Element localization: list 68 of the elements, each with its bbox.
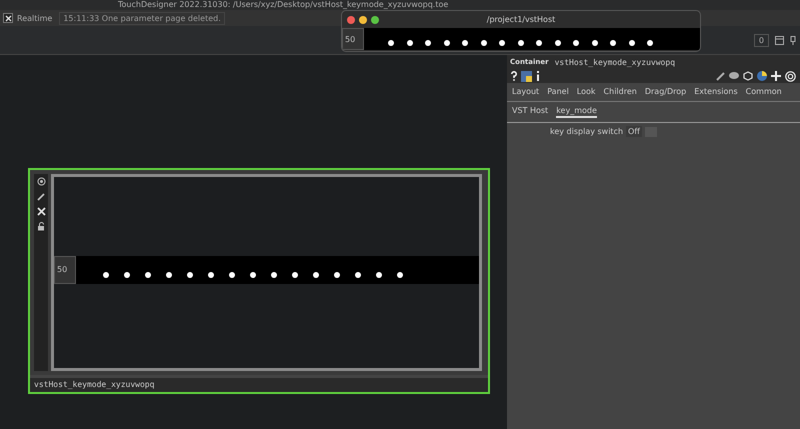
dot-marker — [124, 272, 130, 278]
target-icon[interactable] — [36, 177, 46, 186]
dot-marker — [444, 40, 450, 46]
dot-marker — [187, 272, 193, 278]
minimize-window-icon[interactable] — [359, 16, 367, 24]
dot-marker — [355, 272, 361, 278]
dot-marker — [388, 40, 394, 46]
dot-marker — [406, 40, 412, 46]
dot-marker — [397, 272, 403, 278]
slider-value: 50 — [54, 256, 76, 284]
dot-marker — [334, 272, 340, 278]
window-title: /project1/vstHost — [486, 15, 556, 24]
dot-marker — [573, 40, 579, 46]
page-tab[interactable]: Look — [576, 87, 596, 97]
dot-marker — [628, 40, 634, 46]
dot-marker — [376, 272, 382, 278]
operator-name: vstHost_keymode_xyzuvwopq — [554, 58, 676, 66]
dot-marker — [313, 272, 319, 278]
realtime-checkbox[interactable] — [3, 13, 13, 23]
dot-marker — [647, 40, 653, 46]
realtime-label: Realtime — [17, 14, 52, 22]
page-tab[interactable]: Panel — [547, 87, 569, 97]
parameter-label: key display switch — [550, 127, 624, 136]
status-message: 15:11:33 One parameter page deleted. — [59, 12, 225, 24]
page-tab[interactable]: Children — [604, 87, 637, 97]
dot-marker — [271, 272, 277, 278]
counter-field[interactable]: 0 — [754, 34, 769, 46]
close-window-icon[interactable] — [347, 16, 355, 24]
dot-marker — [610, 40, 616, 46]
toggle-button[interactable]: Off — [626, 126, 642, 137]
page-tab[interactable]: key_mode — [556, 106, 597, 118]
dot-marker — [425, 40, 431, 46]
maximize-window-icon[interactable] — [371, 16, 379, 24]
info-icon[interactable] — [536, 71, 540, 81]
pencil-icon[interactable] — [716, 72, 725, 80]
plus-icon[interactable] — [771, 71, 781, 81]
page-tab[interactable]: Extensions — [694, 87, 738, 97]
slider-bar[interactable]: 50 — [54, 256, 479, 284]
dot-marker — [518, 40, 524, 46]
dot-marker — [229, 272, 235, 278]
dot-marker — [536, 40, 542, 46]
page-tab[interactable]: Drag/Drop — [644, 87, 686, 97]
dot-marker — [554, 40, 560, 46]
page-tab[interactable]: Layout — [512, 87, 540, 97]
dot-marker — [103, 272, 109, 278]
slider-value: 50 — [342, 28, 364, 50]
window-icon[interactable] — [775, 36, 784, 44]
lock-icon[interactable] — [36, 222, 46, 231]
dot-marker — [499, 40, 505, 46]
slider-bar[interactable]: 50 — [342, 28, 700, 50]
pencil-icon[interactable] — [36, 192, 46, 201]
node-name: vstHost_keymode_xyzuvwopq — [30, 375, 488, 392]
pin-icon[interactable] — [790, 36, 796, 44]
dot-marker — [592, 40, 598, 46]
app-title: TouchDesigner 2022.31030: /Users/xyz/Desktop/vstHost_keymode_xyzuvwopq.toe — [0, 0, 800, 10]
dot-marker — [292, 272, 298, 278]
dot-marker — [145, 272, 151, 278]
speech-bubble-icon[interactable] — [729, 72, 739, 80]
dot-marker — [462, 40, 468, 46]
help-icon[interactable] — [511, 71, 517, 81]
dot-marker — [250, 272, 256, 278]
page-tab[interactable]: VST Host — [512, 106, 548, 118]
container-node[interactable]: 50 vstHost_keymode_xyzuvwopq — [28, 168, 490, 394]
dot-marker — [480, 40, 486, 46]
dot-marker — [166, 272, 172, 278]
dot-marker — [208, 272, 214, 278]
page-tab[interactable]: Common — [746, 87, 782, 97]
close-icon[interactable] — [36, 207, 46, 216]
